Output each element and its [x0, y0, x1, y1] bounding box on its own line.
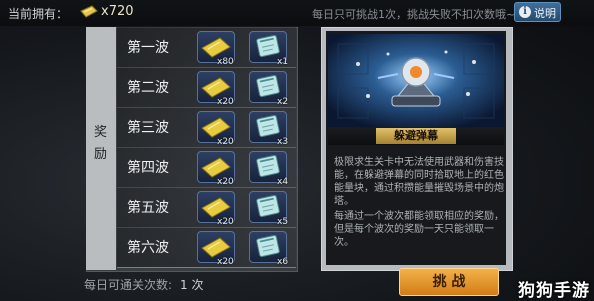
owned-count: x720 — [101, 4, 134, 19]
wave-row: 第二波 x20 x2 — [117, 67, 296, 108]
gold-quantity: x20 — [217, 217, 234, 227]
reward-label-column: 奖 励 — [86, 27, 116, 270]
info-icon: i — [519, 6, 531, 18]
xp-quantity: x5 — [277, 217, 289, 227]
xp-quantity: x6 — [277, 257, 289, 267]
xp-quantity: x1 — [277, 57, 289, 67]
reward-label-char: 奖 — [94, 125, 108, 140]
wave-row: 第五波 x20 x5 — [117, 187, 296, 228]
wave-row: 第三波 x20 x3 — [117, 107, 296, 148]
wave-name: 第五波 — [127, 200, 169, 216]
challenge-button[interactable]: 挑 战 — [399, 268, 499, 296]
gold-quantity: x80 — [217, 57, 234, 67]
skill-reward-rule: 每通过一个波次都能领取相应的奖励，但是每个波次的奖励一天只能领取一次。 — [334, 211, 504, 248]
help-button[interactable]: i 说明 — [514, 2, 561, 22]
daily-clear-count: 每日可通关次数: 1 次 — [84, 276, 204, 293]
xp-quantity: x2 — [277, 97, 289, 107]
xp-quantity: x3 — [277, 137, 289, 147]
daily-clear-value: 1 次 — [180, 278, 204, 292]
gold-quantity: x20 — [217, 177, 234, 187]
gold-quantity: x20 — [217, 97, 234, 107]
owned-label: 当前拥有： — [8, 7, 69, 21]
gold-ticket-icon — [80, 5, 98, 18]
wave-name: 第三波 — [127, 120, 169, 136]
watermark: 狗狗手游 — [518, 281, 590, 301]
help-button-label: 说明 — [534, 7, 556, 20]
skill-description: 极限求生关卡中无法使用武器和伤害技能，在躲避弹幕的同时拾取地上的红色能量块，通过… — [334, 157, 504, 207]
skill-illustration — [328, 34, 504, 128]
gold-quantity: x20 — [217, 137, 234, 147]
wave-row: 第一波 x80 x1 — [117, 27, 296, 68]
skill-title: 躲避弹幕 — [376, 128, 456, 144]
daily-notice: 每日只可挑战1次，挑战失败不扣次数哦~ — [312, 8, 516, 21]
daily-clear-label: 每日可通关次数: — [84, 278, 173, 292]
xp-quantity: x4 — [277, 177, 289, 187]
gold-quantity: x20 — [217, 257, 234, 267]
reward-label-char: 励 — [94, 147, 108, 162]
wave-name: 第四波 — [127, 160, 169, 176]
wave-row: 第六波 x20 x6 — [117, 227, 296, 268]
wave-name: 第六波 — [127, 240, 169, 256]
wave-name: 第二波 — [127, 80, 169, 96]
wave-name: 第一波 — [127, 40, 169, 56]
wave-row: 第四波 x20 x4 — [117, 147, 296, 188]
